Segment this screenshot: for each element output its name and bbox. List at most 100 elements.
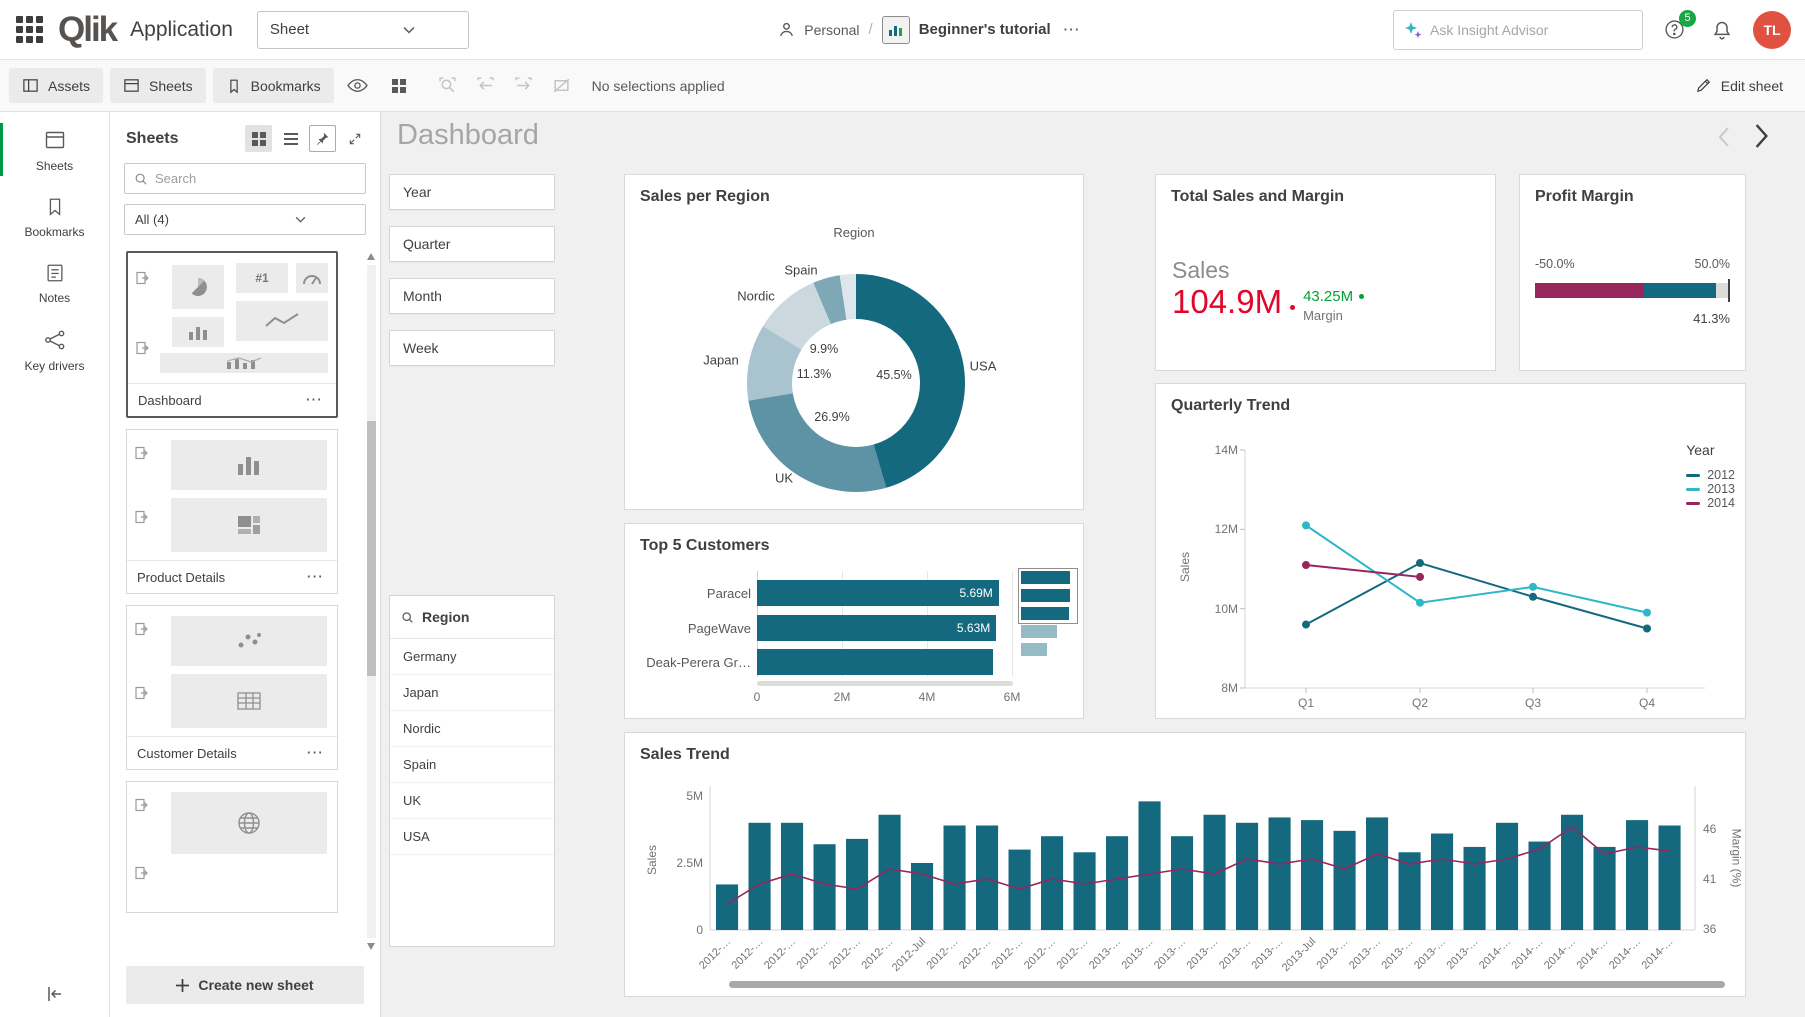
bar[interactable] [1269,817,1291,930]
data-point[interactable] [1302,521,1310,529]
canvas-horizontal-scrollbar[interactable] [729,981,1725,988]
rail-item-sheets[interactable]: Sheets [0,119,109,180]
bar[interactable] [749,823,771,930]
bar[interactable] [1074,852,1096,930]
combo-chart-plot[interactable]: 2012-…2012-…2012-…2012-…2012-…2012-…2012… [625,733,1747,998]
filter-year[interactable]: Year [389,174,555,210]
rail-item-key-drivers[interactable]: Key drivers [0,319,109,380]
region-value-nordic[interactable]: Nordic [390,711,554,747]
user-avatar[interactable]: TL [1753,11,1791,49]
bar[interactable] [1236,823,1258,930]
region-value-germany[interactable]: Germany [390,639,554,675]
assets-button[interactable]: Assets [9,68,103,103]
region-value-usa[interactable]: USA [390,819,554,855]
filter-month[interactable]: Month [389,278,555,314]
profit-margin-gauge[interactable]: Profit Margin -50.0% 50.0% 41.3% [1519,174,1746,371]
bar[interactable] [1431,834,1453,930]
sheet-card-customer-details[interactable]: Customer Details ⋯ [126,605,338,770]
app-icon[interactable] [882,16,910,44]
rail-item-bookmarks[interactable]: Bookmarks [0,187,109,246]
insights-eye-button[interactable] [341,69,375,103]
data-point[interactable] [1643,609,1651,617]
sheet-menu-button[interactable]: ⋯ [302,390,326,410]
filter-week[interactable]: Week [389,330,555,366]
step-back-button[interactable] [469,69,503,103]
data-point[interactable] [1302,621,1310,629]
trend-line[interactable] [1306,525,1647,612]
donut-chart[interactable] [747,274,965,492]
sheet-filter-dropdown[interactable]: All (4) [124,204,366,235]
bar[interactable] [1366,817,1388,930]
filter-quarter[interactable]: Quarter [389,226,555,262]
insight-advisor-search[interactable] [1393,10,1643,50]
data-point[interactable] [1416,599,1424,607]
bar[interactable] [1529,842,1551,930]
bar[interactable] [1301,820,1323,930]
bar[interactable] [716,884,738,930]
bar[interactable] [944,825,966,930]
data-point[interactable] [1416,573,1424,581]
qlik-logo[interactable]: Qlik [58,12,116,47]
bar[interactable] [1496,823,1518,930]
legend-item[interactable]: 2013 [1686,482,1735,496]
data-point[interactable] [1643,625,1651,633]
space-label[interactable]: Personal [804,22,859,38]
bar[interactable] [1106,836,1128,930]
sheet-menu-button[interactable]: ⋯ [303,743,327,763]
sheet-card-dashboard[interactable]: #1 Dashboard ⋯ [126,251,338,418]
sheet-search-input[interactable] [155,171,356,186]
bar[interactable] [1464,847,1486,930]
app-title[interactable]: Beginner's tutorial [919,21,1051,38]
bar[interactable] [757,649,993,675]
chart-scrollbar[interactable] [757,681,1013,686]
scroll-down-icon[interactable] [367,943,375,950]
total-sales-margin-kpi[interactable]: Total Sales and Margin Sales 104.9M 43.2… [1155,174,1496,371]
app-menu-button[interactable]: ⋯ [1060,20,1084,40]
bar[interactable]: 5.69M [757,580,999,606]
search-selections-button[interactable] [431,69,465,103]
data-point[interactable] [1529,593,1537,601]
data-point[interactable] [1529,583,1537,591]
margin-line[interactable] [727,827,1670,904]
bar[interactable] [814,844,836,930]
scroll-up-icon[interactable] [367,253,375,260]
minimap-viewport[interactable] [1018,568,1078,624]
region-value-japan[interactable]: Japan [390,675,554,711]
rail-item-notes[interactable]: Notes [0,253,109,312]
scrollbar-thumb[interactable] [367,421,376,676]
sheet-menu-button[interactable]: ⋯ [303,567,327,587]
region-value-spain[interactable]: Spain [390,747,554,783]
region-value-uk[interactable]: UK [390,783,554,819]
sheet-search[interactable] [124,163,366,194]
notifications-button[interactable] [1705,13,1739,47]
data-point[interactable] [1416,559,1424,567]
pin-panel-button[interactable] [309,125,336,152]
bar[interactable] [1334,831,1356,930]
line-chart-plot[interactable] [1156,384,1747,720]
grid-view-toggle[interactable] [245,125,272,152]
trend-line[interactable] [1306,565,1420,577]
data-point[interactable] [1302,561,1310,569]
step-forward-button[interactable] [507,69,541,103]
bookmarks-button[interactable]: Bookmarks [213,68,334,103]
panel-scrollbar[interactable] [367,253,376,950]
sheet-card-partial[interactable] [126,781,338,913]
region-listbox-header[interactable]: Region [390,596,554,639]
legend-item[interactable]: 2014 [1686,496,1735,510]
bar[interactable] [1171,836,1193,930]
edit-sheet-button[interactable]: Edit sheet [1682,68,1796,103]
bar[interactable] [1041,836,1063,930]
bar[interactable] [976,825,998,930]
collapse-panel-button[interactable] [0,983,109,1005]
create-new-sheet-button[interactable]: Create new sheet [126,966,364,1004]
bar[interactable] [1659,825,1681,930]
previous-sheet-button[interactable] [1717,126,1731,148]
bar[interactable] [1626,820,1648,930]
help-button[interactable]: 5 [1657,13,1691,47]
list-view-toggle[interactable] [277,125,304,152]
clear-selections-button[interactable] [545,69,579,103]
bar[interactable] [879,815,901,930]
sheet-card-product-details[interactable]: Product Details ⋯ [126,429,338,594]
chart-minimap[interactable] [1021,571,1077,679]
legend-item[interactable]: 2012 [1686,468,1735,482]
